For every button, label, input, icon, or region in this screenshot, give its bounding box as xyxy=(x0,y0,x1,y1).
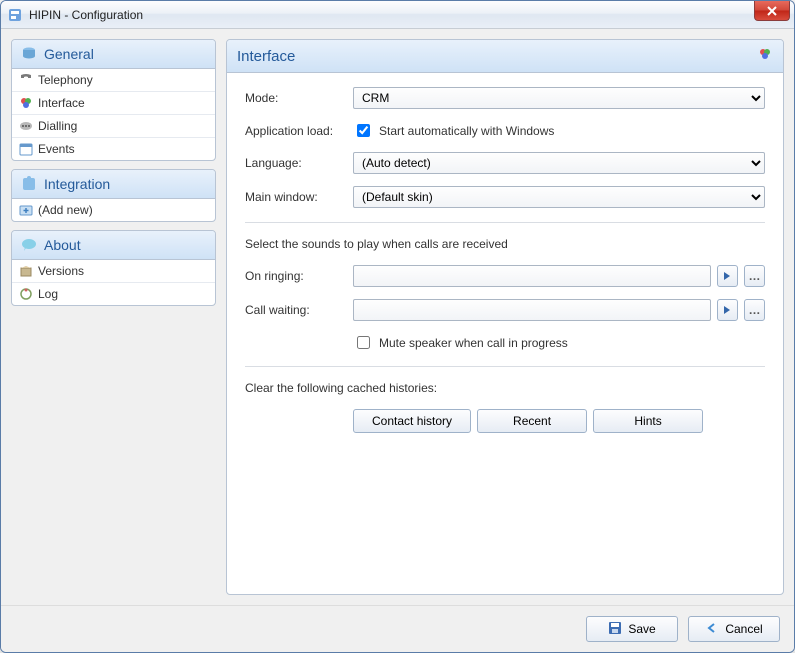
row-mainwindow: Main window: (Default skin) xyxy=(245,186,765,208)
panel-title: Interface xyxy=(237,48,295,65)
clear-section-text: Clear the following cached histories: xyxy=(245,381,765,395)
nav-item-label: Dialling xyxy=(38,119,77,133)
row-appload: Application load: Start automatically wi… xyxy=(245,121,765,140)
nav-item-interface[interactable]: Interface xyxy=(12,92,215,115)
nav-header-integration[interactable]: Integration xyxy=(12,170,215,199)
box-icon xyxy=(18,263,34,279)
mute-checkbox[interactable] xyxy=(357,336,370,349)
close-button[interactable] xyxy=(754,1,790,21)
ellipsis-icon: … xyxy=(748,303,760,317)
contact-history-button[interactable]: Contact history xyxy=(353,409,471,433)
autostart-checkbox[interactable] xyxy=(357,124,370,137)
row-language: Language: (Auto detect) xyxy=(245,152,765,174)
nav-item-events[interactable]: Events xyxy=(12,138,215,160)
sidebar: General Telephony Interface xyxy=(11,39,216,595)
label-on-ringing: On ringing: xyxy=(245,269,353,283)
window-controls xyxy=(754,1,794,21)
call-waiting-input[interactable] xyxy=(353,299,711,321)
panel-body: Mode: CRM Application load: Start automa… xyxy=(227,73,783,594)
nav-item-label: Events xyxy=(38,142,75,156)
browse-button[interactable]: … xyxy=(744,265,765,287)
play-button[interactable] xyxy=(717,299,738,321)
app-icon xyxy=(7,7,23,23)
play-button[interactable] xyxy=(717,265,738,287)
row-on-ringing: On ringing: … xyxy=(245,265,765,287)
hints-button[interactable]: Hints xyxy=(593,409,703,433)
puzzle-icon xyxy=(20,175,38,193)
nav-header-label: About xyxy=(44,237,81,253)
nav-group-integration: Integration (Add new) xyxy=(11,169,216,222)
main-panel: Interface Mode: CRM Application load: xyxy=(226,39,784,595)
titlebar[interactable]: HIPIN - Configuration xyxy=(1,1,794,29)
nav-group-general: General Telephony Interface xyxy=(11,39,216,161)
nav-item-add-new[interactable]: (Add new) xyxy=(12,199,215,221)
back-icon xyxy=(705,621,719,638)
nav-item-label: Log xyxy=(38,287,58,301)
nav-item-telephony[interactable]: Telephony xyxy=(12,69,215,92)
nav-item-dialling[interactable]: Dialling xyxy=(12,115,215,138)
panel-header: Interface xyxy=(227,40,783,73)
nav-item-label: Telephony xyxy=(38,73,93,87)
nav-header-label: Integration xyxy=(44,176,110,192)
speech-bubble-icon xyxy=(20,236,38,254)
label-call-waiting: Call waiting: xyxy=(245,303,353,317)
nav-item-versions[interactable]: Versions xyxy=(12,260,215,283)
color-circle-icon xyxy=(18,95,34,111)
dialpad-icon xyxy=(18,118,34,134)
row-call-waiting: Call waiting: … xyxy=(245,299,765,321)
cancel-button[interactable]: Cancel xyxy=(688,616,780,642)
row-mode: Mode: CRM xyxy=(245,87,765,109)
nav-header-about[interactable]: About xyxy=(12,231,215,260)
window-title: HIPIN - Configuration xyxy=(29,8,143,22)
browse-button[interactable]: … xyxy=(744,299,765,321)
label-language: Language: xyxy=(245,156,353,170)
row-mute: Mute speaker when call in progress xyxy=(245,333,765,352)
row-clear-buttons: Contact history Recent Hints xyxy=(245,409,765,433)
autostart-label: Start automatically with Windows xyxy=(379,124,554,138)
label-mode: Mode: xyxy=(245,91,353,105)
add-icon xyxy=(18,202,34,218)
ellipsis-icon: … xyxy=(748,269,760,283)
nav-header-label: General xyxy=(44,46,94,62)
content-area: General Telephony Interface xyxy=(1,29,794,605)
save-button[interactable]: Save xyxy=(586,616,678,642)
mode-select[interactable]: CRM xyxy=(353,87,765,109)
divider xyxy=(245,222,765,223)
nav-item-label: (Add new) xyxy=(38,203,93,217)
label-appload: Application load: xyxy=(245,124,353,138)
footer: Save Cancel xyxy=(1,605,794,652)
divider xyxy=(245,366,765,367)
save-label: Save xyxy=(628,622,655,636)
recent-button[interactable]: Recent xyxy=(477,409,587,433)
mainwindow-select[interactable]: (Default skin) xyxy=(353,186,765,208)
nav-group-about: About Versions Log xyxy=(11,230,216,306)
calendar-icon xyxy=(18,141,34,157)
log-icon xyxy=(18,286,34,302)
label-mainwindow: Main window: xyxy=(245,190,353,204)
save-icon xyxy=(608,621,622,638)
color-circle-icon xyxy=(757,46,773,66)
database-icon xyxy=(20,45,38,63)
nav-item-label: Interface xyxy=(38,96,85,110)
sounds-section-text: Select the sounds to play when calls are… xyxy=(245,237,765,251)
language-select[interactable]: (Auto detect) xyxy=(353,152,765,174)
telephone-icon xyxy=(18,72,34,88)
nav-item-log[interactable]: Log xyxy=(12,283,215,305)
on-ringing-input[interactable] xyxy=(353,265,711,287)
nav-item-label: Versions xyxy=(38,264,84,278)
cancel-label: Cancel xyxy=(725,622,762,636)
config-window: HIPIN - Configuration General xyxy=(0,0,795,653)
mute-label: Mute speaker when call in progress xyxy=(379,336,568,350)
nav-header-general[interactable]: General xyxy=(12,40,215,69)
